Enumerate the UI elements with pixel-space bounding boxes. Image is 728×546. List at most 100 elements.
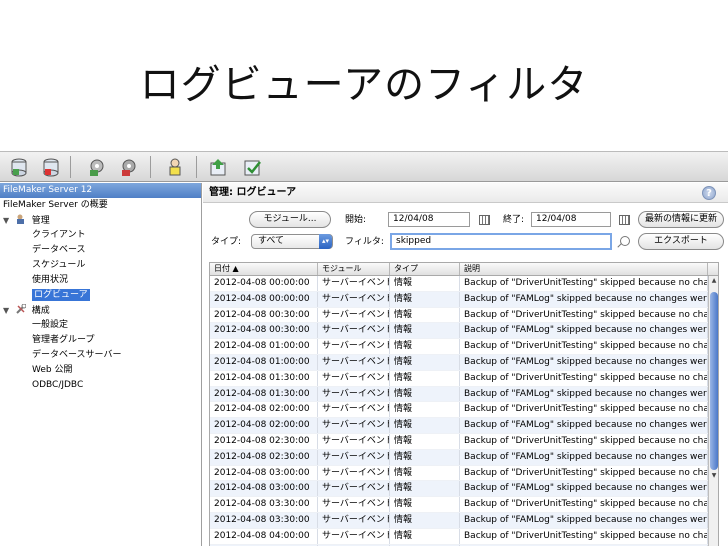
- select-arrows-icon[interactable]: ▴▾: [319, 234, 332, 249]
- table-row[interactable]: 2012-04-08 01:00:00 サーバーイベント 情報 Backup of "…: [210, 354, 718, 371]
- cell-module: サーバーイベント: [318, 512, 390, 528]
- table-row[interactable]: 2012-04-08 02:30:00 サーバーイベント 情報 Backup of "…: [210, 449, 718, 466]
- cell-module: サーバーイベント: [318, 402, 390, 418]
- sidebar-item-label: ODBC/JDBC: [32, 380, 84, 390]
- table-row[interactable]: 2012-04-08 02:00:00 サーバーイベント 情報 Backup of "…: [210, 402, 718, 419]
- start-service-icon[interactable]: [86, 155, 108, 179]
- sidebar-item-clients[interactable]: クライアント: [0, 228, 201, 243]
- toolbar-separator: [70, 156, 71, 178]
- cell-description: Backup of "DriverUnitTesting" skipped be…: [460, 307, 708, 323]
- table-row[interactable]: 2012-04-08 03:00:00 サーバーイベント 情報 Backup of "…: [210, 481, 718, 498]
- table-row[interactable]: 2012-04-08 03:30:00 サーバーイベント 情報 Backup of "…: [210, 512, 718, 529]
- upload-icon[interactable]: [208, 155, 230, 179]
- table-row[interactable]: 2012-04-08 03:00:00 サーバーイベント 情報 Backup of "…: [210, 465, 718, 482]
- column-header-type[interactable]: タイプ: [390, 263, 460, 275]
- table-row[interactable]: 2012-04-08 02:00:00 サーバーイベント 情報 Backup of "…: [210, 418, 718, 434]
- scroll-up-icon[interactable]: ▲: [709, 276, 718, 286]
- sidebar-group-manage[interactable]: ▼ 管理: [0, 213, 201, 228]
- cell-type: 情報: [390, 497, 460, 512]
- table-header: 日付 ▲ モジュール タイプ 説明: [210, 263, 718, 276]
- start-date-field[interactable]: 12/04/08: [388, 212, 470, 227]
- send-message-icon[interactable]: [164, 155, 186, 179]
- end-label: 終了:: [503, 215, 525, 225]
- sidebar-item-schedules[interactable]: スケジュール: [0, 258, 201, 273]
- sidebar-group-label: 管理: [31, 216, 50, 226]
- stop-service-icon[interactable]: [118, 155, 140, 179]
- type-select[interactable]: すべて ▴▾: [251, 234, 333, 249]
- cell-date: 2012-04-08 00:00:00: [210, 291, 318, 307]
- column-header-module[interactable]: モジュール: [318, 263, 390, 275]
- module-button[interactable]: モジュール...: [249, 211, 331, 228]
- scroll-thumb[interactable]: [710, 292, 718, 470]
- search-icon[interactable]: [620, 236, 630, 246]
- sidebar-item-admin-groups[interactable]: 管理者グループ: [0, 333, 201, 348]
- sidebar-item-label: Web 公開: [32, 365, 73, 375]
- sidebar-item-overview[interactable]: FileMaker Server の概要: [0, 198, 201, 213]
- cell-module: サーバーイベント: [318, 370, 390, 386]
- verify-icon[interactable]: [242, 155, 264, 179]
- log-table: 日付 ▲ モジュール タイプ 説明 2012-04-08 00:00:00 サーバ…: [209, 262, 719, 546]
- table-row[interactable]: 2012-04-08 02:30:00 サーバーイベント 情報 Backup of "…: [210, 433, 718, 450]
- toolbar: [0, 152, 728, 182]
- cell-type: 情報: [390, 307, 460, 323]
- end-date-field[interactable]: 12/04/08: [531, 212, 611, 227]
- cell-description: Backup of "DriverUnitTesting" skipped be…: [460, 497, 708, 512]
- sidebar-item-odbc-jdbc[interactable]: ODBC/JDBC: [0, 378, 201, 393]
- refresh-button[interactable]: 最新の情報に更新: [638, 211, 724, 228]
- sidebar-item-general-settings[interactable]: 一般設定: [0, 318, 201, 333]
- sidebar-item-database-server[interactable]: データベースサーバー: [0, 348, 201, 363]
- table-row[interactable]: 2012-04-08 00:30:00 サーバーイベント 情報 Backup of "…: [210, 307, 718, 324]
- table-row[interactable]: 2012-04-08 01:30:00 サーバーイベント 情報 Backup of "…: [210, 370, 718, 387]
- cell-date: 2012-04-08 04:00:00: [210, 528, 318, 544]
- cell-date: 2012-04-08 03:30:00: [210, 497, 318, 512]
- cell-module: サーバーイベント: [318, 339, 390, 354]
- admin-person-icon: [16, 214, 26, 224]
- sidebar-group-config[interactable]: ▼ 構成: [0, 303, 201, 318]
- start-label: 開始:: [345, 215, 367, 225]
- filemaker-admin-console: FileMaker Server 12 FileMaker Server の概要…: [0, 151, 728, 546]
- export-button[interactable]: エクスポート: [638, 233, 724, 250]
- column-header-description[interactable]: 説明: [460, 263, 708, 275]
- cell-type: 情報: [390, 465, 460, 481]
- sidebar-item-label: データベース: [32, 245, 86, 255]
- sidebar-header[interactable]: FileMaker Server 12: [0, 183, 201, 198]
- cell-date: 2012-04-08 01:30:00: [210, 370, 318, 386]
- table-row[interactable]: 2012-04-08 00:30:00 サーバーイベント 情報 Backup of "…: [210, 323, 718, 340]
- table-row[interactable]: 2012-04-08 00:00:00 サーバーイベント 情報 Backup of "…: [210, 276, 718, 292]
- disclosure-triangle-icon[interactable]: ▼: [3, 213, 13, 228]
- table-row[interactable]: 2012-04-08 01:30:00 サーバーイベント 情報 Backup of "…: [210, 386, 718, 403]
- cell-description: Backup of "DriverUnitTesting" skipped be…: [460, 370, 708, 386]
- cell-date: 2012-04-08 02:30:00: [210, 433, 318, 449]
- cell-date: 2012-04-08 02:30:00: [210, 449, 318, 465]
- cell-module: サーバーイベント: [318, 449, 390, 465]
- table-row[interactable]: 2012-04-08 00:00:00 サーバーイベント 情報 Backup of "…: [210, 291, 718, 308]
- table-row[interactable]: 2012-04-08 03:30:00 サーバーイベント 情報 Backup of "…: [210, 497, 718, 513]
- cell-date: 2012-04-08 03:30:00: [210, 512, 318, 528]
- sidebar-item-web-publishing[interactable]: Web 公開: [0, 363, 201, 378]
- open-database-icon[interactable]: [8, 155, 30, 179]
- sidebar-group-label: 構成: [31, 306, 50, 316]
- sidebar-item-label: クライアント: [32, 230, 86, 240]
- cell-type: 情報: [390, 402, 460, 418]
- calendar-icon[interactable]: [479, 215, 490, 225]
- vertical-scrollbar[interactable]: ▲ ▼: [708, 276, 718, 546]
- calendar-icon[interactable]: [619, 215, 630, 225]
- table-row[interactable]: 2012-04-08 04:00:00サーバーイベント情報Backup of "…: [210, 528, 718, 545]
- sidebar-item-databases[interactable]: データベース: [0, 243, 201, 258]
- disclosure-triangle-icon[interactable]: ▼: [3, 303, 13, 318]
- filter-label: フィルタ:: [345, 237, 384, 247]
- filter-field[interactable]: skipped: [390, 233, 612, 250]
- scroll-down-icon[interactable]: ▼: [709, 471, 718, 481]
- table-row[interactable]: 2012-04-08 01:00:00 サーバーイベント 情報 Backup of "…: [210, 339, 718, 355]
- help-icon[interactable]: ?: [702, 186, 716, 200]
- cell-date: 2012-04-08 00:30:00: [210, 323, 318, 339]
- sidebar-item-label: 管理者グループ: [32, 335, 95, 345]
- cell-description: Backup of "FAMLog" skipped because no ch…: [460, 386, 708, 402]
- main-panel: 管理: ログビューア ? モジュール... 開始: 12/04/08 終了: 1…: [203, 183, 728, 546]
- sidebar-item-statistics[interactable]: 使用状況: [0, 273, 201, 288]
- panel-title: 管理: ログビューア: [209, 187, 297, 198]
- close-database-icon[interactable]: [40, 155, 62, 179]
- sidebar-item-log-viewer[interactable]: ログビューア: [0, 288, 201, 303]
- column-header-date[interactable]: 日付 ▲: [210, 263, 318, 275]
- sidebar-item-label: データベースサーバー: [32, 350, 122, 360]
